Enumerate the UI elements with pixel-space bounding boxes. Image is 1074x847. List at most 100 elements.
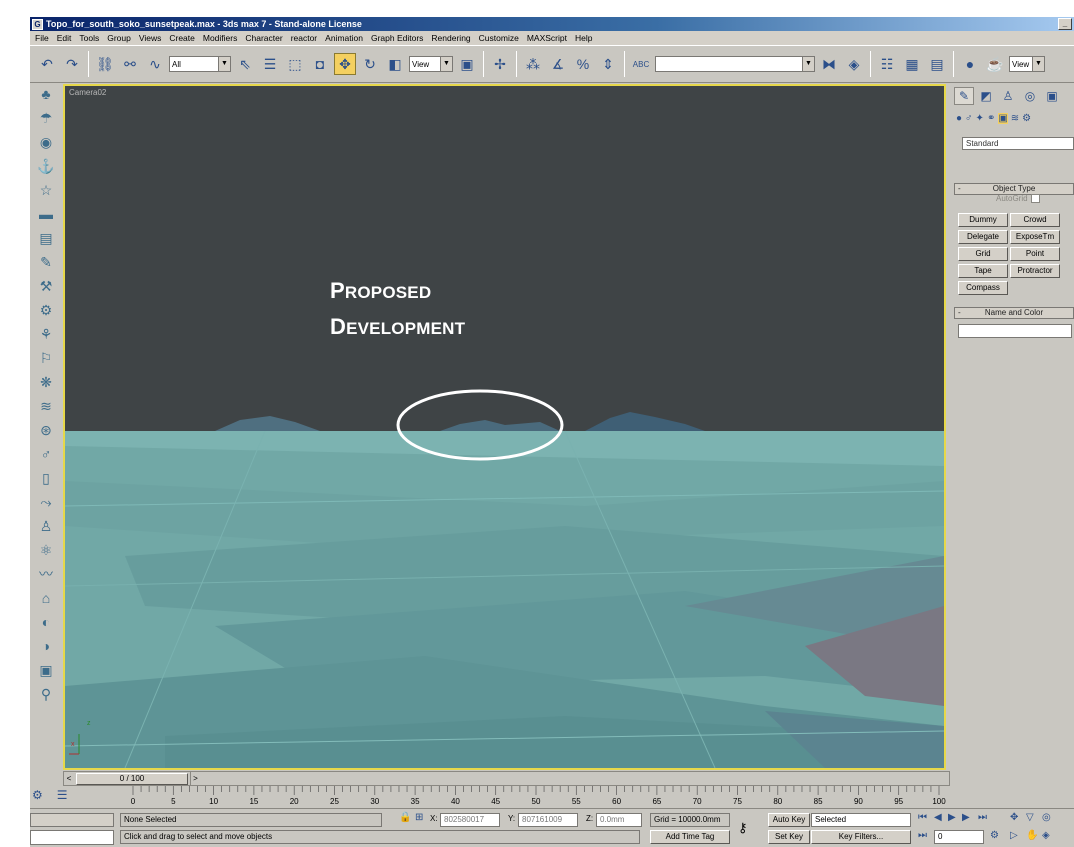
pan-icon[interactable]: ✥ xyxy=(1010,812,1018,823)
display-tab-icon[interactable]: ▣ xyxy=(1042,87,1062,105)
rectangular-selection-icon[interactable]: ⬚ xyxy=(284,53,306,75)
unlink-icon[interactable]: ⚯ xyxy=(119,53,141,75)
schematic-view-icon[interactable]: ▤ xyxy=(926,53,948,75)
menu-group[interactable]: Group xyxy=(103,33,135,43)
name-and-color-rollout[interactable]: - Name and Color xyxy=(954,307,1074,319)
key-mode-toggle-icon[interactable]: ⏭ xyxy=(918,830,927,841)
star-icon[interactable]: ☆ xyxy=(34,179,58,201)
y-coord-field[interactable]: 807161009 xyxy=(518,813,578,827)
select-object-icon[interactable]: ⇖ xyxy=(234,53,256,75)
camera-viewport[interactable]: Camera02 PROPOSED DEVELOPMENT z x xyxy=(63,84,946,770)
object-name-field[interactable] xyxy=(958,324,1072,338)
track-bar[interactable]: ⚙ ☰ 0 5 10 15 20 25 30 35 40 45 50 55 60 65 70 75 80 85 90… xyxy=(30,786,1074,808)
select-manipulate-icon[interactable]: ✢ xyxy=(489,53,511,75)
space-warp-icon[interactable]: ≋ xyxy=(34,395,58,417)
render-scene-icon[interactable]: ☕ xyxy=(984,53,1006,75)
curve-editor-mini-icon[interactable]: ☰ xyxy=(57,788,68,802)
material-ball-icon[interactable]: ◐ xyxy=(34,611,58,633)
tool-icon[interactable]: ⚲ xyxy=(34,683,58,705)
wrench-icon[interactable]: ⚒ xyxy=(34,275,58,297)
reference-coordinate-dropdown[interactable]: View ▼ xyxy=(409,56,453,72)
angle-snap-icon[interactable]: ∡ xyxy=(547,53,569,75)
menu-rendering[interactable]: Rendering xyxy=(427,33,474,43)
gear-icon[interactable]: ⚙ xyxy=(34,299,58,321)
dolly-icon[interactable]: ▷ xyxy=(1010,830,1018,841)
create-object-icon[interactable]: ♣ xyxy=(34,83,58,105)
pivot-center-icon[interactable]: ▣ xyxy=(456,53,478,75)
undo-icon[interactable]: ↶ xyxy=(36,53,58,75)
reactor-icon[interactable]: ⚛ xyxy=(34,539,58,561)
systems-icon[interactable]: ⚙ xyxy=(1022,113,1031,124)
create-tab-icon[interactable]: ✎ xyxy=(954,87,974,105)
align-icon[interactable]: ◈ xyxy=(843,53,865,75)
time-slider[interactable]: < 0 / 100 > xyxy=(63,771,950,786)
point-button[interactable]: Point xyxy=(1010,247,1060,261)
autogrid-checkbox[interactable]: AutoGrid xyxy=(996,194,1040,203)
hierarchy-tab-icon[interactable]: ♙ xyxy=(998,87,1018,105)
key-filters-button[interactable]: Key Filters... xyxy=(811,830,911,844)
redo-icon[interactable]: ↷ xyxy=(61,53,83,75)
menu-graph-editors[interactable]: Graph Editors xyxy=(367,33,427,43)
spring-icon[interactable]: 〰 xyxy=(34,563,58,585)
x-coord-field[interactable]: 802580017 xyxy=(440,813,500,827)
auto-key-button[interactable]: Auto Key xyxy=(768,813,810,827)
camera-icon[interactable]: ⚐ xyxy=(34,347,58,369)
orbit-icon[interactable]: ◎ xyxy=(1042,812,1051,823)
mirror-icon[interactable]: ⧓ xyxy=(818,53,840,75)
menu-maxscript[interactable]: MAXScript xyxy=(523,33,571,43)
cameras-icon[interactable]: ⚭ xyxy=(987,113,995,124)
menu-animation[interactable]: Animation xyxy=(321,33,367,43)
space-warps-icon[interactable]: ≋ xyxy=(1011,113,1019,124)
absolute-mode-icon[interactable]: ⊞ xyxy=(415,812,423,823)
exposetm-button[interactable]: ExposeTm xyxy=(1010,230,1060,244)
previous-frame-icon[interactable]: ◀ xyxy=(934,812,942,823)
render-icon[interactable]: ◑ xyxy=(34,635,58,657)
dummy-button[interactable]: Dummy xyxy=(958,213,1008,227)
viewport-label[interactable]: Camera02 xyxy=(69,88,106,97)
brush-icon[interactable]: ✎ xyxy=(34,251,58,273)
snaps-toggle-icon[interactable]: ⁂ xyxy=(522,53,544,75)
key-icon[interactable]: ⚷ xyxy=(738,820,748,836)
next-frame-icon[interactable]: ▶ xyxy=(962,812,970,823)
lights-icon[interactable]: ✦ xyxy=(976,113,984,124)
motion-tab-icon[interactable]: ◎ xyxy=(1020,87,1040,105)
crowd-button[interactable]: Crowd xyxy=(1010,213,1060,227)
menu-customize[interactable]: Customize xyxy=(475,33,523,43)
curve-editor-icon[interactable]: ▦ xyxy=(901,53,923,75)
modifier-icon[interactable]: ⊛ xyxy=(34,419,58,441)
shapes-icon[interactable]: ♂ xyxy=(965,113,973,124)
key-mode-dropdown[interactable]: Selected xyxy=(811,813,911,827)
helper-icon[interactable]: ⚘ xyxy=(34,323,58,345)
add-time-tag-button[interactable]: Add Time Tag xyxy=(650,830,730,844)
maxscript-input[interactable] xyxy=(30,830,114,845)
lights-icon[interactable]: ⚓ xyxy=(34,155,58,177)
layer-manager-icon[interactable]: ☷ xyxy=(876,53,898,75)
window-crossing-icon[interactable]: ◘ xyxy=(309,53,331,75)
selection-filter-dropdown[interactable]: All ▼ xyxy=(169,56,231,72)
go-to-end-icon[interactable]: ⏭ xyxy=(978,812,987,823)
time-slider-handle[interactable]: 0 / 100 xyxy=(76,773,188,785)
link-icon[interactable]: ⛓ xyxy=(94,53,116,75)
bind-space-warp-icon[interactable]: ∿ xyxy=(144,53,166,75)
edit-named-selection-icon[interactable]: ABC xyxy=(630,53,652,75)
z-coord-field[interactable]: 0.0mm xyxy=(596,813,642,827)
play-icon[interactable]: ▶ xyxy=(948,812,956,823)
object-category-dropdown[interactable]: Standard xyxy=(962,137,1074,150)
time-config-icon[interactable]: ⚙ xyxy=(990,830,999,841)
select-and-move-icon[interactable]: ✥ xyxy=(334,53,356,75)
menu-create[interactable]: Create xyxy=(165,33,199,43)
material-editor-icon[interactable]: ● xyxy=(959,53,981,75)
go-to-start-icon[interactable]: ⏮ xyxy=(918,812,927,823)
select-and-scale-icon[interactable]: ◧ xyxy=(384,53,406,75)
loft-icon[interactable]: ⤳ xyxy=(34,491,58,513)
particle-icon[interactable]: ❋ xyxy=(34,371,58,393)
maxscript-listener-mini[interactable] xyxy=(30,813,114,827)
track-settings-icon[interactable]: ⚙ xyxy=(32,788,43,802)
extrude-icon[interactable]: ▯ xyxy=(34,467,58,489)
delegate-button[interactable]: Delegate xyxy=(958,230,1008,244)
hand-pan-icon[interactable]: ✋ xyxy=(1026,830,1038,841)
spinner-snap-icon[interactable]: ⇕ xyxy=(597,53,619,75)
mesh-icon[interactable]: ⌂ xyxy=(34,587,58,609)
grid-button[interactable]: Grid xyxy=(958,247,1008,261)
time-slider-prev-button[interactable]: < xyxy=(64,772,74,785)
